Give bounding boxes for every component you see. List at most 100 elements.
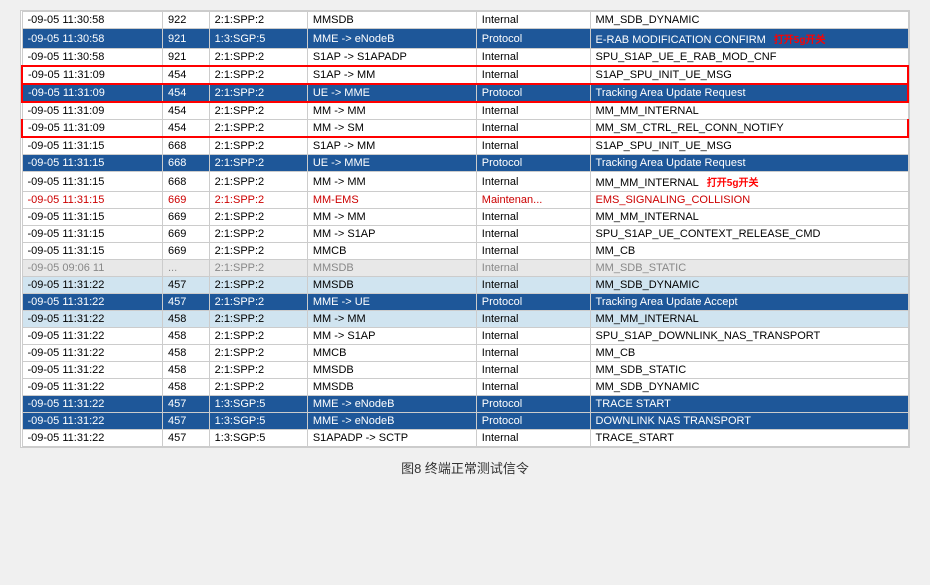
table-cell: 2:1:SPP:2 (209, 102, 307, 120)
table-cell: 2:1:SPP:2 (209, 345, 307, 362)
table-cell: 2:1:SPP:2 (209, 66, 307, 84)
table-cell: 457 (162, 294, 209, 311)
table-row: -09-05 11:31:224572:1:SPP:2MMSDBInternal… (22, 277, 908, 294)
table-cell: DOWNLINK NAS TRANSPORT (590, 413, 908, 430)
table-cell: MM -> SM (307, 120, 476, 138)
table-cell: Internal (476, 430, 590, 447)
table-cell: MMSDB (307, 12, 476, 29)
table-cell: MM -> S1AP (307, 328, 476, 345)
table-cell: 458 (162, 311, 209, 328)
table-cell: -09-05 11:31:22 (22, 277, 162, 294)
table-cell: EMS_SIGNALING_COLLISION (590, 192, 908, 209)
table-cell: 454 (162, 120, 209, 138)
table-cell: MM -> MM (307, 311, 476, 328)
table-cell: MM_SM_CTRL_REL_CONN_NOTIFY (590, 120, 908, 138)
table-cell: -09-05 11:31:22 (22, 430, 162, 447)
table-row: -09-05 11:31:094542:1:SPP:2S1AP -> MMInt… (22, 66, 908, 84)
table-cell: SPU_S1AP_DOWNLINK_NAS_TRANSPORT (590, 328, 908, 345)
table-cell: MM_SDB_DYNAMIC (590, 277, 908, 294)
table-cell: -09-05 11:31:22 (22, 328, 162, 345)
table-cell: Internal (476, 226, 590, 243)
table-cell: 2:1:SPP:2 (209, 120, 307, 138)
table-cell: 922 (162, 12, 209, 29)
table-cell: -09-05 11:31:09 (22, 102, 162, 120)
table-cell: -09-05 11:31:15 (22, 243, 162, 260)
table-cell: MMSDB (307, 277, 476, 294)
table-cell: MME -> UE (307, 294, 476, 311)
table-cell: MM_MM_INTERNAL打开5g开关 (590, 172, 908, 192)
table-cell: MMSDB (307, 260, 476, 277)
table-cell: Internal (476, 362, 590, 379)
table-cell: S1AP -> MM (307, 66, 476, 84)
table-row: -09-05 11:31:094542:1:SPP:2UE -> MMEProt… (22, 84, 908, 102)
table-cell: Maintenan... (476, 192, 590, 209)
table-cell: Protocol (476, 84, 590, 102)
table-cell: -09-05 11:31:15 (22, 137, 162, 155)
table-row: -09-05 11:31:224582:1:SPP:2MM -> S1APInt… (22, 328, 908, 345)
table-cell: 1:3:SGP:5 (209, 430, 307, 447)
table-cell: MM_MM_INTERNAL (590, 311, 908, 328)
table-row: -09-05 11:31:224582:1:SPP:2MMSDBInternal… (22, 379, 908, 396)
table-cell: Protocol (476, 396, 590, 413)
table-cell: ... (162, 260, 209, 277)
table-cell: Internal (476, 311, 590, 328)
annotation-text: 打开5g开关 (707, 178, 759, 189)
table-cell: 2:1:SPP:2 (209, 226, 307, 243)
table-cell: S1AP -> MM (307, 137, 476, 155)
table-cell: 668 (162, 155, 209, 172)
table-cell: 669 (162, 243, 209, 260)
table-cell: 2:1:SPP:2 (209, 243, 307, 260)
table-cell: -09-05 11:30:58 (22, 12, 162, 29)
table-cell: 457 (162, 413, 209, 430)
table-cell: -09-05 11:31:22 (22, 311, 162, 328)
table-cell: S1AP_SPU_INIT_UE_MSG (590, 137, 908, 155)
table-cell: MME -> eNodeB (307, 413, 476, 430)
table-cell: MM -> MM (307, 172, 476, 192)
table-cell: MME -> eNodeB (307, 396, 476, 413)
table-cell: E-RAB MODIFICATION CONFIRM打开5g开关 (590, 29, 908, 49)
table-row: -09-05 11:31:156692:1:SPP:2MM -> S1APInt… (22, 226, 908, 243)
table-cell: MM_CB (590, 345, 908, 362)
table-cell: MM -> MM (307, 102, 476, 120)
table-cell: 1:3:SGP:5 (209, 29, 307, 49)
table-cell: S1APADP -> SCTP (307, 430, 476, 447)
table-cell: UE -> MME (307, 84, 476, 102)
table-row: -09-05 11:31:156692:1:SPP:2MMCBInternalM… (22, 243, 908, 260)
table-cell: Internal (476, 209, 590, 226)
table-cell: -09-05 11:30:58 (22, 29, 162, 49)
table-cell: 2:1:SPP:2 (209, 12, 307, 29)
table-cell: Protocol (476, 294, 590, 311)
table-cell: Internal (476, 260, 590, 277)
annotation-text: 打开5g开关 (774, 35, 826, 46)
table-cell: MM_CB (590, 243, 908, 260)
table-cell: UE -> MME (307, 155, 476, 172)
table-cell: MME -> eNodeB (307, 29, 476, 49)
table-cell: MM_SDB_DYNAMIC (590, 12, 908, 29)
table-cell: -09-05 11:31:22 (22, 362, 162, 379)
signal-table: -09-05 11:30:589222:1:SPP:2MMSDBInternal… (20, 10, 910, 448)
table-row: -09-05 11:30:589222:1:SPP:2MMSDBInternal… (22, 12, 908, 29)
table-cell: 2:1:SPP:2 (209, 379, 307, 396)
table-row: -09-05 11:30:589211:3:SGP:5MME -> eNodeB… (22, 29, 908, 49)
table-cell: 2:1:SPP:2 (209, 311, 307, 328)
table-row: -09-05 09:06 11...2:1:SPP:2MMSDBInternal… (22, 260, 908, 277)
table-cell: -09-05 11:31:15 (22, 226, 162, 243)
table-cell: Protocol (476, 155, 590, 172)
table-cell: Internal (476, 345, 590, 362)
table-cell: SPU_S1AP_UE_E_RAB_MOD_CNF (590, 49, 908, 67)
table-cell: 2:1:SPP:2 (209, 209, 307, 226)
table-cell: 668 (162, 172, 209, 192)
table-cell: -09-05 11:31:09 (22, 84, 162, 102)
table-cell: 669 (162, 209, 209, 226)
table-cell: 454 (162, 102, 209, 120)
table-cell: Internal (476, 137, 590, 155)
table-cell: 457 (162, 396, 209, 413)
table-cell: -09-05 11:31:22 (22, 413, 162, 430)
table-cell: 921 (162, 29, 209, 49)
table-cell: Protocol (476, 29, 590, 49)
table-cell: 2:1:SPP:2 (209, 328, 307, 345)
table-row: -09-05 11:31:224582:1:SPP:2MM -> MMInter… (22, 311, 908, 328)
table-cell: 2:1:SPP:2 (209, 277, 307, 294)
table-cell: MM_SDB_DYNAMIC (590, 379, 908, 396)
table-row: -09-05 11:31:224572:1:SPP:2MME -> UEProt… (22, 294, 908, 311)
